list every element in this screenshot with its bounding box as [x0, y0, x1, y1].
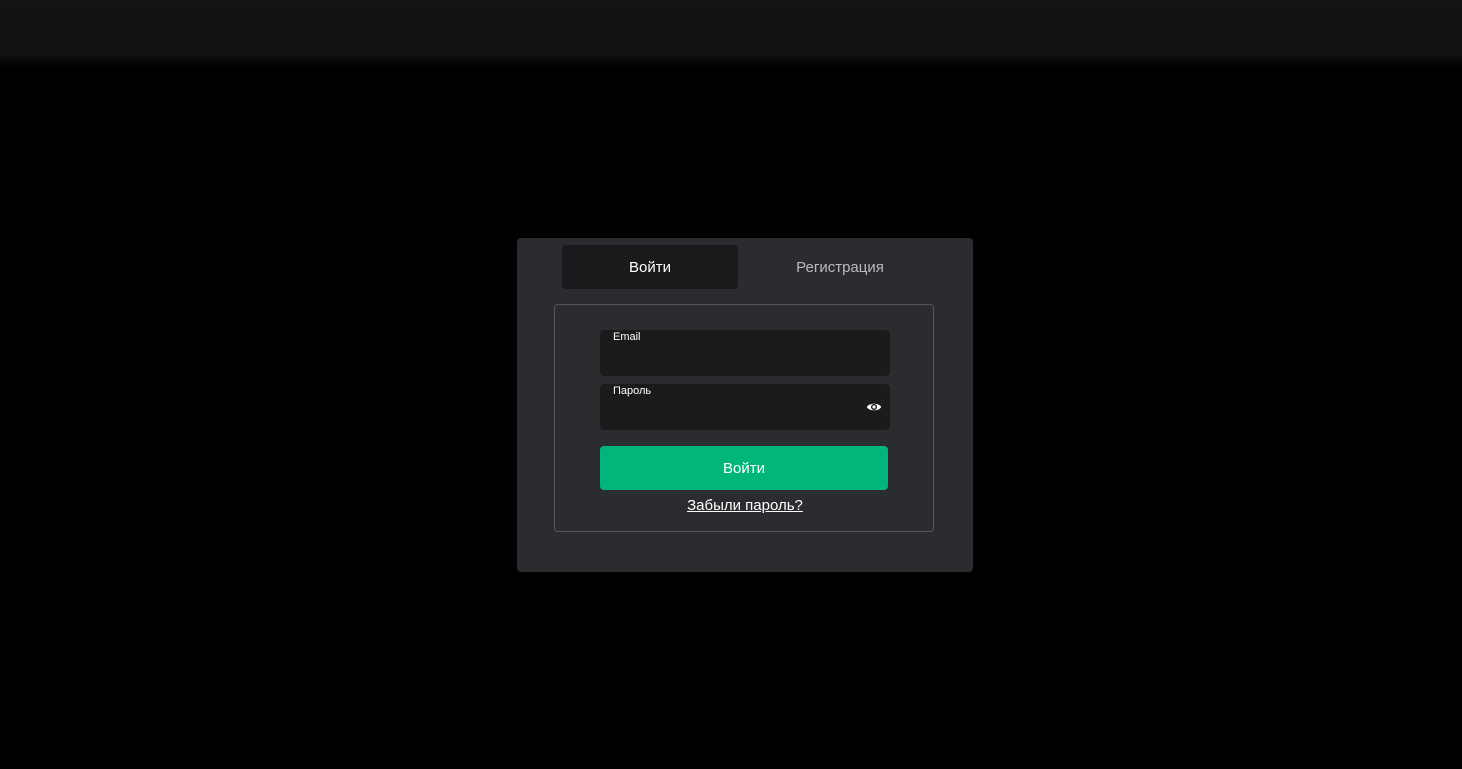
- tab-register[interactable]: Регистрация: [752, 245, 928, 289]
- login-submit-button[interactable]: Войти: [600, 446, 888, 490]
- password-input[interactable]: [613, 402, 853, 426]
- email-input[interactable]: [613, 348, 853, 372]
- email-field[interactable]: Email: [600, 330, 890, 376]
- eye-icon[interactable]: [866, 400, 882, 414]
- auth-modal: Войти Регистрация Email Пароль Войти Заб…: [517, 238, 973, 572]
- login-form: Email Пароль Войти Забыли пароль?: [554, 304, 934, 532]
- email-label: Email: [613, 331, 641, 343]
- password-label: Пароль: [613, 385, 652, 397]
- tab-login[interactable]: Войти: [562, 245, 738, 289]
- forgot-password-link[interactable]: Забыли пароль?: [555, 497, 935, 514]
- top-header-bar: [0, 0, 1462, 68]
- password-field[interactable]: Пароль: [600, 384, 890, 430]
